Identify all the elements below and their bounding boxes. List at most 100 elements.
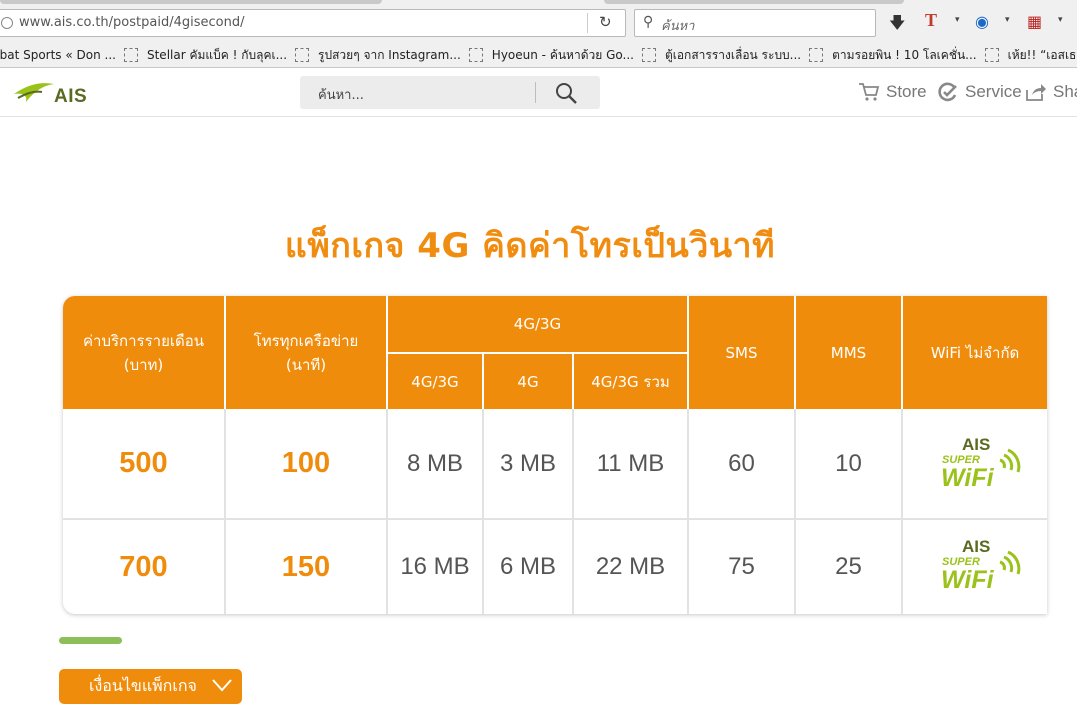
site-search-placeholder: ค้นหา... <box>318 88 364 103</box>
service-check-icon <box>938 82 957 102</box>
grid-line <box>901 409 903 614</box>
wifi-logo-top: AIS <box>962 537 990 556</box>
table-cell-mms: 25 <box>835 553 862 580</box>
bookmark-label: Stellar คัมแบ็ค ! กับลุคเ... <box>146 47 288 62</box>
header-divider <box>687 296 689 409</box>
bookmark-item[interactable]: รูปสวยๆ จาก Instagram... <box>295 46 461 65</box>
header-divider <box>901 296 903 409</box>
bookmark-favicon-icon <box>809 48 824 62</box>
header-wifi-label: WiFi ไม่จำกัด <box>930 343 1020 362</box>
nav-share-label: Sha <box>1053 82 1077 101</box>
search-divider <box>535 82 536 103</box>
address-divider <box>587 13 588 33</box>
chevron-down-icon[interactable]: ▾ <box>955 15 960 25</box>
ais-super-wifi-logo: AIS SUPER WiFi <box>941 435 1021 490</box>
ais-super-wifi-logo: AIS SUPER WiFi <box>941 537 1021 592</box>
bookmarks-bar: nbat Sports « Don ... Stellar คัมแบ็ค ! … <box>0 43 1077 67</box>
reload-icon[interactable]: ↻ <box>599 13 612 31</box>
bookmark-item[interactable]: เห้ย!! “เอสเธอร์” เธอเปลี่... <box>984 46 1077 65</box>
header-mms: MMS <box>796 296 901 409</box>
chevron-down-icon <box>212 679 232 692</box>
header-data-group-label: 4G/3G <box>513 315 562 333</box>
wifi-logo-bottom: WiFi <box>941 566 995 592</box>
share-icon <box>1026 84 1046 101</box>
search-icon: ⚲ <box>643 14 654 30</box>
header-divider <box>572 354 574 409</box>
addon-globe-icon[interactable]: ◉ <box>975 12 989 31</box>
bookmark-label: nbat Sports « Don ... <box>0 48 116 62</box>
table-cell-fee: 700 <box>119 550 168 583</box>
bookmark-item[interactable]: Stellar คัมแบ็ค ! กับลุคเ... <box>123 46 288 65</box>
browser-search-box[interactable]: ⚲ ค้นหา <box>634 9 876 37</box>
header-divider <box>388 352 687 354</box>
bookmark-item[interactable]: nbat Sports « Don ... <box>0 48 116 62</box>
nav-share[interactable]: Sha <box>1025 82 1077 102</box>
header-data-total-label: 4G/3G รวม <box>591 372 670 391</box>
section-indicator-bar <box>59 637 122 644</box>
bookmark-favicon-icon <box>641 48 656 62</box>
ais-logo[interactable]: AIS <box>12 76 102 110</box>
bookmark-favicon-icon <box>123 48 138 62</box>
wifi-logo-top: AIS <box>962 435 990 454</box>
bookmark-label: เห้ย!! “เอสเธอร์” เธอเปลี่... <box>1007 47 1077 62</box>
bookmark-item[interactable]: ตู้เอกสารรางเลื่อน ระบบ... <box>641 46 802 65</box>
site-info-icon[interactable] <box>1 17 13 29</box>
url-text[interactable]: www.ais.co.th/postpaid/4gisecond/ <box>19 15 244 30</box>
table-cell-data-4g3g: 8 MB <box>406 449 463 477</box>
search-icon[interactable] <box>554 81 578 105</box>
table-cell-data-4g: 3 MB <box>499 449 556 477</box>
table-cell-calls: 150 <box>281 550 331 583</box>
table-cell-fee: 500 <box>119 447 168 479</box>
table-cell-sms: 60 <box>728 449 755 477</box>
header-data-group: 4G/3G <box>388 296 687 352</box>
tab-edge <box>0 0 382 4</box>
bookmark-item[interactable]: Hyoeun - ค้นหาด้วย Go... <box>468 46 634 65</box>
table-cell-sms: 75 <box>728 553 755 580</box>
site-search-box[interactable]: ค้นหา... <box>300 76 600 109</box>
table-cell-data-total: 11 MB <box>596 449 665 477</box>
header-data-total: 4G/3G รวม <box>574 354 687 409</box>
nav-store[interactable]: Store <box>858 82 927 102</box>
package-conditions-button[interactable]: เงื่อนไขแพ็กเกจ <box>59 669 242 704</box>
header-mms-label: MMS <box>830 343 867 362</box>
chevron-down-icon[interactable]: ▾ <box>1058 15 1063 25</box>
nav-service[interactable]: Service <box>937 82 1022 102</box>
address-bar[interactable]: www.ais.co.th/postpaid/4gisecond/ ↻ <box>0 9 626 37</box>
nav-store-label: Store <box>886 82 927 101</box>
table-cell-data-4g: 6 MB <box>499 553 556 580</box>
header-sms-label: SMS <box>725 343 758 362</box>
header-data-4g3g: 4G/3G <box>388 354 482 409</box>
ais-swoosh-icon <box>14 83 54 102</box>
package-table: ค่าบริการรายเดือน (บาท) โทรทุกเครือข่าย … <box>63 296 1047 614</box>
wifi-logo-bottom: WiFi <box>941 464 995 490</box>
bookmark-label: รูปสวยๆ จาก Instagram... <box>318 47 461 62</box>
header-divider <box>794 296 796 409</box>
header-data-4g-label: 4G <box>517 372 539 391</box>
table-cell-calls: 100 <box>281 447 331 479</box>
header-data-4g3g-label: 4G/3G <box>411 372 459 391</box>
header-monthly-fee: ค่าบริการรายเดือน (บาท) <box>63 296 224 409</box>
bookmark-label: Hyoeun - ค้นหาด้วย Go... <box>491 47 634 62</box>
header-wifi: WiFi ไม่จำกัด <box>903 296 1047 409</box>
browser-search-placeholder: ค้นหา <box>661 19 695 34</box>
nav-service-label: Service <box>965 82 1022 101</box>
translate-icon[interactable]: T <box>925 10 937 31</box>
table-cell-data-total: 22 MB <box>595 553 666 580</box>
cart-icon <box>859 83 880 101</box>
pdf-addon-icon[interactable]: ▦ <box>1027 12 1042 31</box>
header-monthly-fee-label: ค่าบริการรายเดือน (บาท) <box>83 331 204 374</box>
chevron-down-icon[interactable]: ▾ <box>1005 15 1010 25</box>
header-data-4g: 4G <box>484 354 572 409</box>
bookmark-label: ตามรอยพิน ! 10 โลเคชั่น... <box>832 47 977 62</box>
header-calls-label: โทรทุกเครือข่าย (นาที) <box>253 331 359 374</box>
header-divider <box>482 354 484 409</box>
bookmark-item[interactable]: ตามรอยพิน ! 10 โลเคชั่น... <box>809 46 977 65</box>
bookmark-favicon-icon <box>468 48 483 62</box>
tab-edge <box>604 0 904 4</box>
table-cell-mms: 10 <box>835 449 862 477</box>
bookmark-favicon-icon <box>984 48 999 62</box>
download-icon[interactable]: 🡇 <box>889 12 905 39</box>
table-cell-data-4g3g: 16 MB <box>400 553 470 580</box>
bookmark-label: ตู้เอกสารรางเลื่อน ระบบ... <box>664 47 802 62</box>
header-divider <box>224 296 226 409</box>
